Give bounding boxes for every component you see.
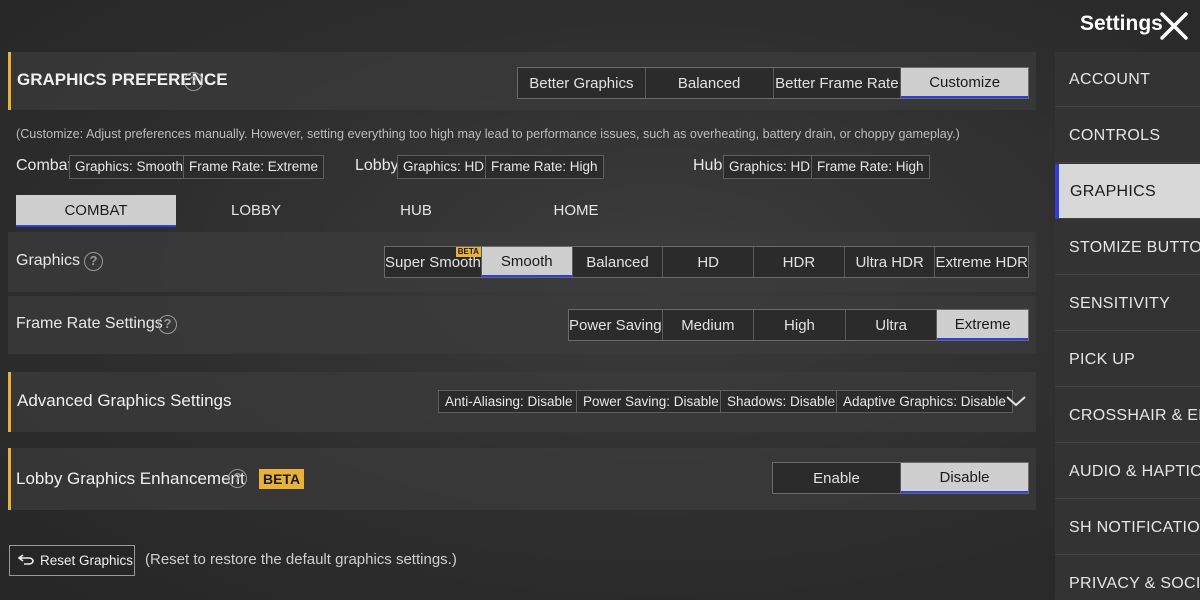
lobby-enhancement-label: Lobby Graphics Enhancement <box>16 469 245 488</box>
tag-power-saving: Power Saving: Disable <box>576 390 726 413</box>
tab-lobby[interactable]: LOBBY <box>176 195 336 227</box>
advanced-graphics-label: Advanced Graphics Settings <box>17 391 232 410</box>
summary-lobby-label: Lobby <box>355 157 399 174</box>
tab-hub[interactable]: HUB <box>336 195 496 227</box>
frame-rate-label: Frame Rate Settings <box>16 315 163 332</box>
chevron-down-icon[interactable] <box>1004 392 1028 410</box>
fps-medium[interactable]: Medium <box>663 310 755 340</box>
summary-combat-graphics: Graphics: Smooth <box>69 155 190 179</box>
sidebar-item-pick-up[interactable]: PICK UP <box>1055 332 1200 387</box>
reset-graphics-button[interactable]: Reset Graphics <box>9 545 135 576</box>
pref-balanced[interactable]: Balanced <box>646 68 774 98</box>
pref-better-graphics[interactable]: Better Graphics <box>518 68 646 98</box>
reset-note: (Reset to restore the default graphics s… <box>145 551 457 568</box>
sidebar-item-sensitivity[interactable]: SENSITIVITY <box>1055 276 1200 331</box>
undo-icon <box>17 552 34 570</box>
lobby-enhancement-help-icon[interactable]: ? <box>228 469 247 488</box>
frame-rate-help-icon[interactable]: ? <box>158 315 177 334</box>
sidebar-item-controls[interactable]: CONTROLS <box>1055 108 1200 163</box>
lobby-enable[interactable]: Enable <box>773 463 901 493</box>
sidebar-item-customize-buttons[interactable]: STOMIZE BUTTONS <box>1055 220 1200 275</box>
lobby-beta-badge: BETA <box>259 469 305 489</box>
settings-title: Settings <box>1080 12 1163 35</box>
settings-sidebar: ACCOUNT CONTROLS GRAPHICS STOMIZE BUTTON… <box>1055 52 1200 600</box>
fps-high[interactable]: High <box>754 310 846 340</box>
frame-rate-selector: Power Saving Medium High Ultra Extreme <box>568 309 1029 341</box>
fps-ultra[interactable]: Ultra <box>846 310 938 340</box>
fps-power-saving[interactable]: Power Saving <box>569 310 663 340</box>
pref-better-frame-rate[interactable]: Better Frame Rate <box>774 68 902 98</box>
tab-combat[interactable]: COMBAT <box>16 195 176 227</box>
summary-lobby-frame: Frame Rate: High <box>485 155 604 179</box>
tag-shadows: Shadows: Disable <box>720 390 843 413</box>
gfx-super-smooth[interactable]: Super Smooth BETA <box>385 247 482 277</box>
graphics-label: Graphics <box>16 252 81 269</box>
gfx-balanced[interactable]: Balanced <box>573 247 664 277</box>
beta-badge: BETA <box>455 247 481 257</box>
sidebar-item-notifications[interactable]: SH NOTIFICATIONS <box>1055 500 1200 555</box>
preference-help-icon[interactable]: ? <box>184 72 203 91</box>
sidebar-item-account[interactable]: ACCOUNT <box>1055 52 1200 107</box>
tab-home[interactable]: HOME <box>496 195 656 227</box>
graphics-quality-selector: Super Smooth BETA Smooth Balanced HD HDR… <box>384 246 1029 278</box>
graphics-help-icon[interactable]: ? <box>84 252 103 271</box>
sidebar-item-audio-haptics[interactable]: AUDIO & HAPTICS <box>1055 444 1200 499</box>
summary-hub-label: Hub <box>693 157 723 174</box>
summary-hub-graphics: Graphics: HD <box>723 155 817 179</box>
summary-hub-frame: Frame Rate: High <box>811 155 930 179</box>
tag-adaptive-graphics: Adaptive Graphics: Disable <box>836 390 1013 413</box>
sidebar-item-crosshair[interactable]: CROSSHAIR & EFFI <box>1055 388 1200 443</box>
sidebar-item-graphics[interactable]: GRAPHICS <box>1055 164 1200 219</box>
pref-customize[interactable]: Customize <box>901 68 1028 98</box>
lobby-enhancement-toggle: Enable Disable <box>772 462 1029 494</box>
summary-combat-label: Combat <box>16 157 73 174</box>
fps-extreme[interactable]: Extreme <box>937 310 1028 340</box>
tag-anti-aliasing: Anti-Aliasing: Disable <box>438 390 580 413</box>
gfx-extreme-hdr[interactable]: Extreme HDR <box>935 247 1028 277</box>
reset-graphics-label: Reset Graphics <box>40 553 134 568</box>
summary-combat-frame: Frame Rate: Extreme <box>183 155 325 179</box>
close-icon[interactable] <box>1158 10 1190 42</box>
sidebar-item-privacy[interactable]: PRIVACY & SOCIAL <box>1055 556 1200 600</box>
gfx-hd[interactable]: HD <box>663 247 755 277</box>
gfx-smooth[interactable]: Smooth <box>481 247 573 277</box>
gfx-ultra-hdr[interactable]: Ultra HDR <box>845 247 936 277</box>
lobby-disable[interactable]: Disable <box>901 463 1028 493</box>
gfx-hdr[interactable]: HDR <box>754 247 845 277</box>
summary-lobby-graphics: Graphics: HD <box>397 155 491 179</box>
customize-note: (Customize: Adjust preferences manually.… <box>16 127 960 141</box>
preference-selector: Better Graphics Balanced Better Frame Ra… <box>517 67 1029 99</box>
